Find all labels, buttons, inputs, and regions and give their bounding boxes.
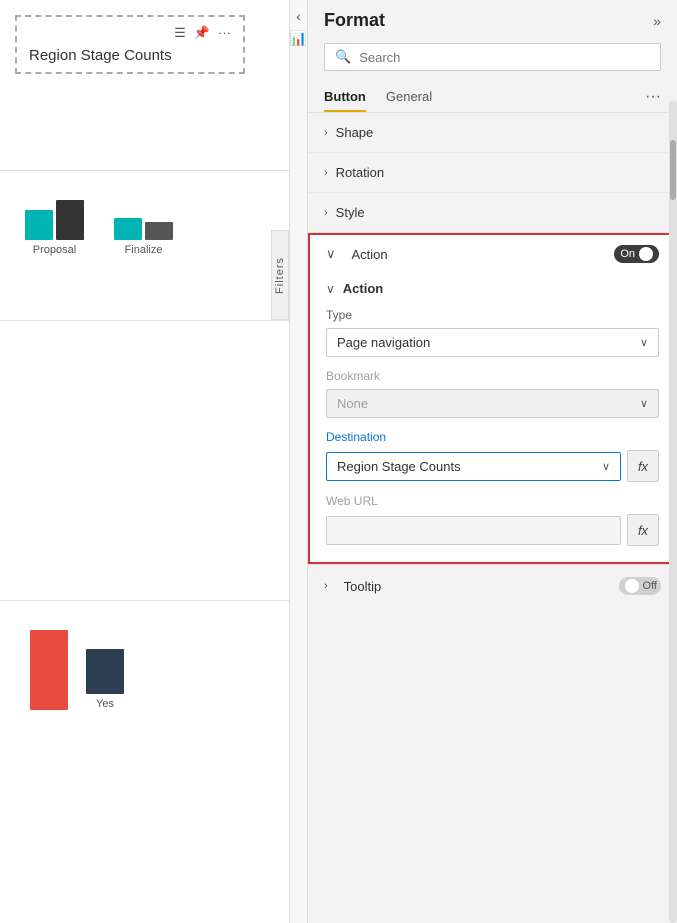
action-body: ∨ Action Type Page navigation ∨ Bookmark… [310, 273, 675, 562]
section-style[interactable]: › Style [308, 193, 677, 233]
fx-label-destination: fx [638, 459, 648, 474]
toggle-circle [639, 247, 653, 261]
tab-general[interactable]: General [386, 81, 432, 112]
bookmark-label: Bookmark [326, 369, 659, 383]
tab-button[interactable]: Button [324, 81, 366, 112]
url-label: Web URL [326, 494, 659, 508]
destination-value: Region Stage Counts [337, 459, 461, 474]
tooltip-left: › Tooltip [324, 579, 381, 594]
widget-title: Region Stage Counts [29, 47, 231, 64]
destination-fx-button[interactable]: fx [627, 450, 659, 482]
action-header-left: ∨ Action [326, 246, 388, 262]
chevron-tooltip-icon: › [324, 580, 328, 592]
action-toggle[interactable]: On [614, 245, 659, 263]
bar-group-yes-red [30, 630, 68, 710]
type-dropdown-chevron-icon: ∨ [640, 336, 648, 349]
bar-label-proposal: Proposal [33, 244, 76, 256]
destination-dropdown[interactable]: Region Stage Counts ∨ [326, 452, 621, 481]
type-dropdown[interactable]: Page navigation ∨ [326, 328, 659, 357]
bookmark-dropdown-chevron-icon: ∨ [640, 397, 648, 410]
bar-yes-red [30, 630, 68, 710]
bar-proposal-teal [25, 210, 53, 240]
chevron-rotation-icon: › [324, 167, 328, 179]
scrollbar-thumb[interactable] [670, 140, 676, 200]
chevron-action-icon: ∨ [326, 246, 336, 262]
action-sub-label: Action [343, 281, 383, 296]
toggle-on-indicator: On [614, 245, 659, 263]
type-label: Type [326, 308, 659, 322]
tooltip-toggle-circle [625, 579, 639, 593]
destination-dropdown-chevron-icon: ∨ [602, 460, 610, 473]
chart-area-1: Proposal Finalize [10, 200, 264, 256]
sidebar-back-icon[interactable]: ‹ [296, 8, 301, 24]
divider-3 [0, 600, 289, 601]
url-fx-button[interactable]: fx [627, 514, 659, 546]
tooltip-toggle-off[interactable]: Off [619, 577, 661, 595]
format-header: Format » [308, 0, 677, 39]
tabs-row: Button General ··· [308, 81, 677, 113]
sidebar-chart-icon[interactable]: 📊 [290, 30, 307, 47]
bookmark-dropdown: None ∨ [326, 389, 659, 418]
tooltip-section[interactable]: › Tooltip Off [308, 564, 677, 607]
tab-more-icon[interactable]: ··· [645, 88, 661, 106]
section-rotation[interactable]: › Rotation [308, 153, 677, 193]
url-row: fx [326, 514, 659, 546]
bar-group-yes-dark: Yes [86, 649, 124, 710]
tooltip-toggle-label: Off [643, 580, 657, 592]
hamburger-icon[interactable]: ☰ [174, 25, 186, 41]
sections-list: › Shape › Rotation › Style ∨ Action O [308, 113, 677, 923]
section-style-label: Style [336, 205, 365, 220]
bar-group-proposal: Proposal [25, 200, 84, 256]
pin-icon[interactable]: 📌 [194, 25, 210, 41]
url-input[interactable] [326, 516, 621, 545]
bar-yes-dark [86, 649, 124, 694]
bar-finalize-dark [145, 222, 173, 240]
section-shape-label: Shape [336, 125, 374, 140]
widget-toolbar: ☰ 📌 ··· [29, 25, 231, 41]
scrollbar[interactable] [669, 100, 677, 923]
chevron-style-icon: › [324, 207, 328, 219]
section-rotation-label: Rotation [336, 165, 384, 180]
left-panel: ☰ 📌 ··· Region Stage Counts Proposal [0, 0, 290, 923]
bar-label-yes: Yes [96, 698, 114, 710]
search-input[interactable] [359, 50, 650, 65]
search-icon: 🔍 [335, 49, 351, 65]
section-shape[interactable]: › Shape [308, 113, 677, 153]
action-header-label: Action [352, 247, 388, 262]
chart-area-2: Yes [10, 630, 264, 710]
action-sub-header: ∨ Action [326, 273, 659, 308]
type-value: Page navigation [337, 335, 430, 350]
bar-group-finalize: Finalize [114, 218, 173, 256]
bar-finalize-teal [114, 218, 142, 240]
right-panel: Format » 🔍 Button General ··· › Shape › … [308, 0, 677, 923]
action-section-header[interactable]: ∨ Action On [310, 235, 675, 273]
chevron-shape-icon: › [324, 127, 328, 139]
widget-box: ☰ 📌 ··· Region Stage Counts [15, 15, 245, 74]
destination-label: Destination [326, 430, 659, 444]
divider-2 [0, 320, 289, 321]
search-container: 🔍 [308, 39, 677, 81]
filters-label: Filters [274, 257, 286, 294]
tooltip-label: Tooltip [344, 579, 382, 594]
chevron-action-sub-icon: ∨ [326, 282, 335, 296]
format-title: Format [324, 10, 385, 31]
action-section: ∨ Action On ∨ Action Type [308, 233, 677, 564]
format-expand-icon[interactable]: » [653, 13, 661, 29]
more-icon[interactable]: ··· [218, 25, 231, 41]
fx-label-url: fx [638, 523, 648, 538]
bar-label-finalize: Finalize [125, 244, 163, 256]
bar-proposal-dark [56, 200, 84, 240]
destination-row: Region Stage Counts ∨ fx [326, 450, 659, 482]
toggle-on-label: On [620, 248, 635, 260]
filters-tab[interactable]: Filters [271, 230, 289, 320]
sidebar-strip: ‹ 📊 [290, 0, 308, 923]
divider-1 [0, 170, 289, 171]
search-box: 🔍 [324, 43, 661, 71]
bookmark-value: None [337, 396, 368, 411]
